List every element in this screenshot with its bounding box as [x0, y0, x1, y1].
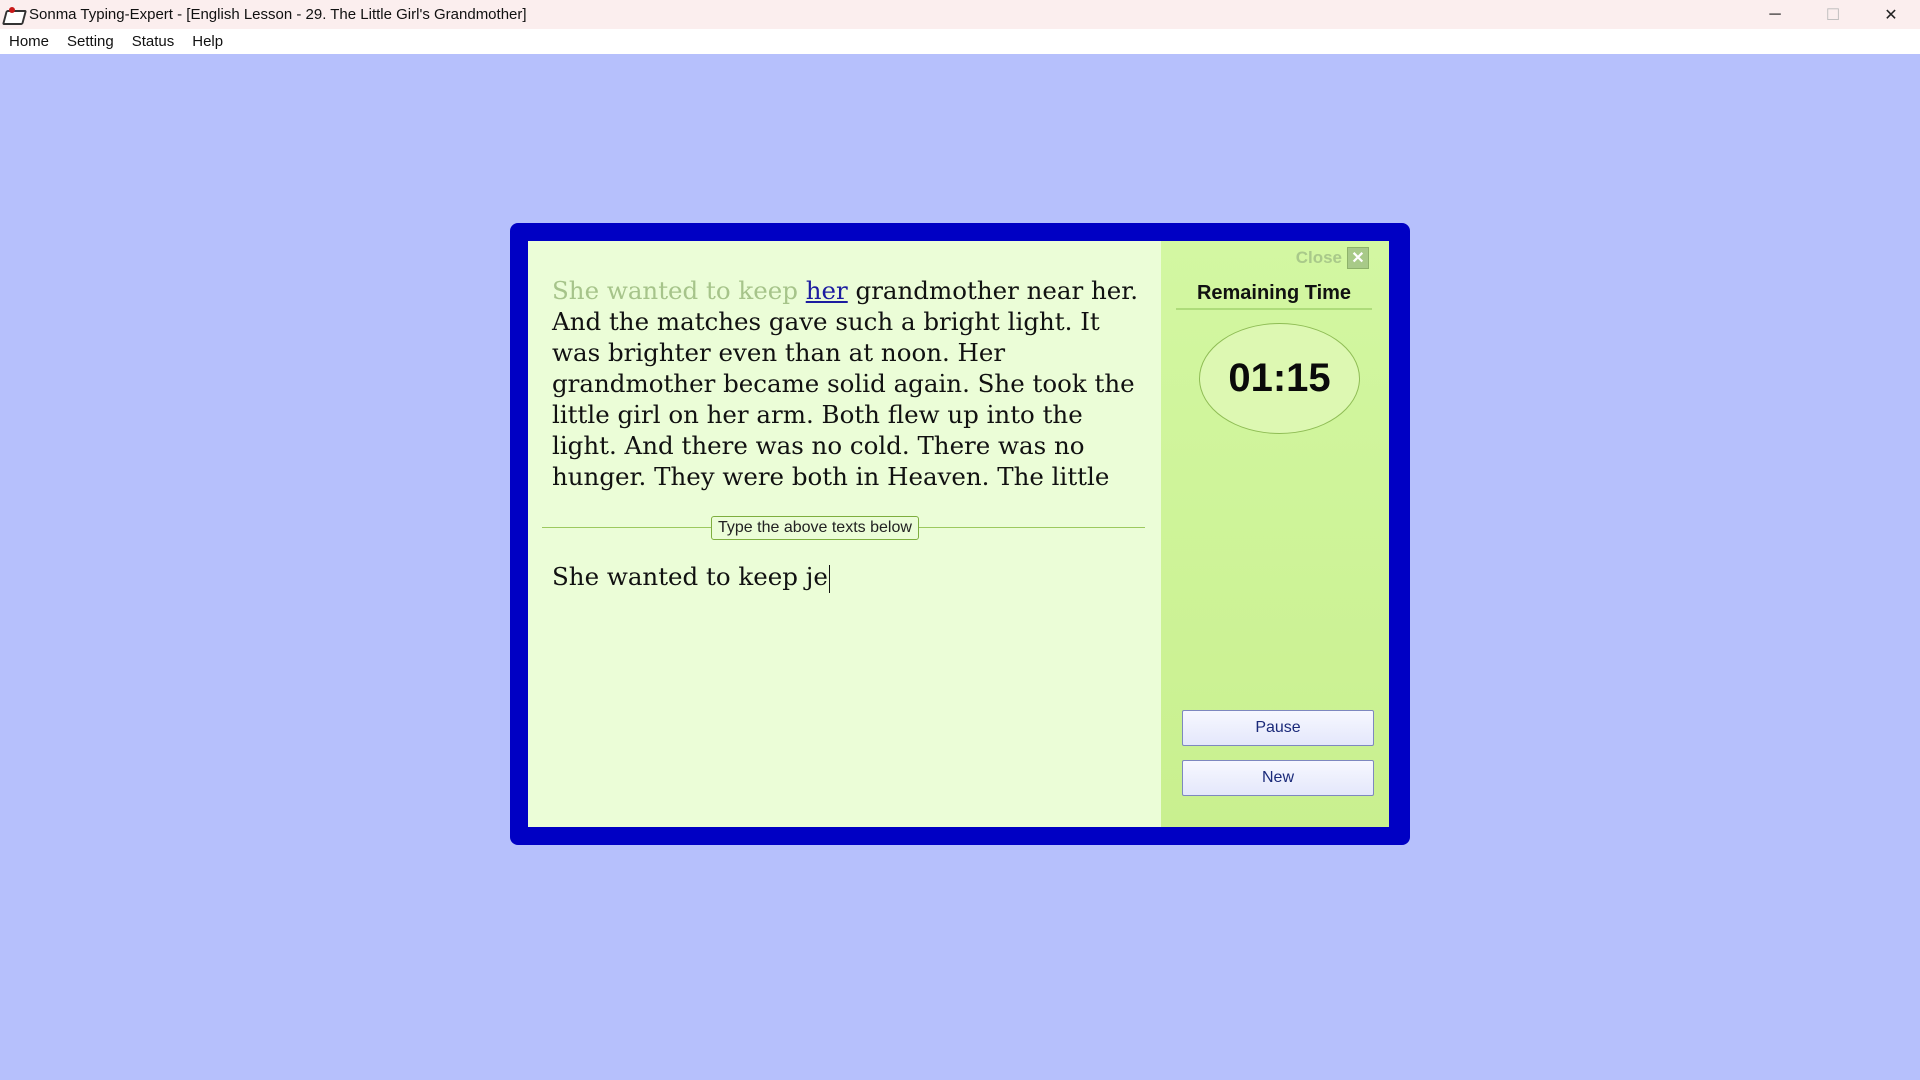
- close-label: Close: [1295, 248, 1342, 267]
- window-title: Sonma Typing-Expert - [English Lesson - …: [29, 6, 527, 23]
- typing-pane: She wanted to keep her grandmother near …: [528, 241, 1161, 827]
- menu-status[interactable]: Status: [123, 33, 184, 50]
- menu-setting[interactable]: Setting: [58, 33, 123, 50]
- window-controls: ─ ☐ ✕: [1746, 0, 1920, 29]
- pause-button[interactable]: Pause: [1182, 710, 1374, 746]
- typed-input-text: She wanted to keep je: [552, 562, 828, 591]
- remaining-time-label: Remaining Time: [1176, 282, 1372, 310]
- current-word: her: [805, 276, 848, 305]
- menu-help[interactable]: Help: [183, 33, 232, 50]
- timer-display: 01:15: [1199, 323, 1360, 434]
- new-button[interactable]: New: [1182, 760, 1374, 796]
- side-panel: Close ✕ Remaining Time 01:15 Pause New: [1161, 241, 1389, 827]
- typed-text: She wanted to keep: [552, 276, 806, 305]
- lesson-content: She wanted to keep her grandmother near …: [528, 241, 1389, 827]
- typing-input[interactable]: She wanted to keep je: [552, 561, 1142, 593]
- close-window-icon[interactable]: ✕: [1862, 0, 1920, 29]
- close-icon[interactable]: ✕: [1347, 247, 1369, 269]
- menu-bar: Home Setting Status Help: [0, 29, 1920, 54]
- remaining-text: grandmother near her. And the matches ga…: [552, 276, 1139, 491]
- minimize-icon[interactable]: ─: [1746, 0, 1804, 29]
- app-keyboard-icon: [1, 5, 28, 25]
- menu-home[interactable]: Home: [0, 33, 58, 50]
- close-button[interactable]: Close ✕: [1296, 247, 1369, 269]
- title-bar: Sonma Typing-Expert - [English Lesson - …: [0, 0, 1920, 29]
- source-text: She wanted to keep her grandmother near …: [552, 275, 1142, 492]
- maximize-icon: ☐: [1825, 6, 1841, 24]
- divider-label: Type the above texts below: [711, 516, 919, 540]
- text-caret: [828, 564, 830, 593]
- lesson-frame: She wanted to keep her grandmother near …: [510, 223, 1410, 845]
